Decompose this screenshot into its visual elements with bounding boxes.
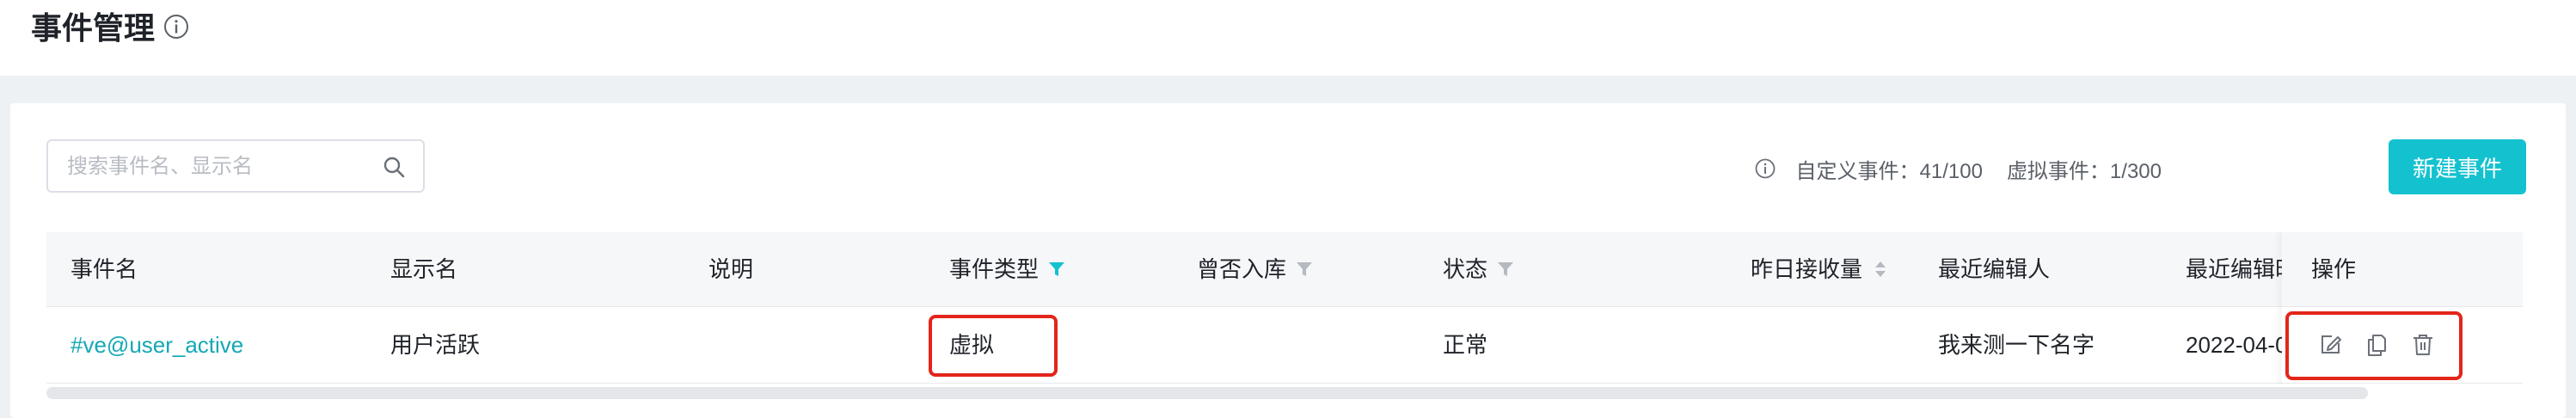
column-label: 说明	[708, 256, 754, 282]
search-input[interactable]	[65, 141, 378, 193]
event-type-highlight	[929, 315, 1058, 377]
new-event-button[interactable]: 新建事件	[2389, 139, 2526, 194]
status-cell: 正常	[1443, 332, 1488, 358]
column-header-last-edited: 最近编辑时	[2186, 232, 2282, 306]
column-label: 最近编辑时	[2186, 256, 2282, 282]
column-label: 事件类型	[949, 256, 1040, 282]
sort-icon[interactable]	[1871, 260, 1890, 279]
table-header: 事件名 显示名 说明 事件类型 曾否入库 状态 昨日接收量 最近编辑人 最近编辑…	[46, 232, 2523, 307]
column-header-status: 状态	[1443, 232, 1515, 306]
event-quota-summary: 自定义事件：41/100 虚拟事件：1/300	[1755, 153, 2162, 184]
filter-icon[interactable]	[1295, 260, 1314, 279]
last-edited-cell: 2022-04-0	[2186, 332, 2282, 358]
fixed-column-shadow	[2273, 232, 2282, 384]
column-header-display-name: 显示名	[390, 232, 457, 306]
event-name-link[interactable]: #ve@user_active	[71, 307, 243, 383]
column-header-yesterday-received: 昨日接收量	[1751, 232, 1890, 306]
custom-event-quota: 自定义事件：41/100	[1795, 159, 1983, 183]
search-box[interactable]	[46, 139, 425, 193]
filter-icon[interactable]	[1496, 260, 1515, 279]
info-circle-icon	[1755, 158, 1775, 179]
page-title: 事件管理	[31, 10, 156, 46]
column-label: 事件名	[71, 256, 138, 282]
virtual-event-quota: 虚拟事件：1/300	[2006, 159, 2162, 183]
event-list-card: 自定义事件：41/100 虚拟事件：1/300 新建事件 事件名 显示名 说明 …	[10, 103, 2566, 418]
page-header: 事件管理	[0, 0, 2576, 76]
column-header-actions: 操作	[2311, 232, 2356, 306]
horizontal-scrollbar[interactable]	[46, 387, 2368, 399]
last-editor-cell: 我来测一下名字	[1938, 332, 2095, 358]
column-header-event-type: 事件类型	[949, 232, 1066, 306]
column-label: 最近编辑人	[1938, 256, 2051, 282]
search-icon[interactable]	[382, 155, 406, 179]
column-label: 状态	[1443, 256, 1488, 282]
actions-highlight	[2285, 311, 2463, 380]
column-label: 操作	[2311, 256, 2357, 282]
column-header-ingested: 曾否入库	[1197, 232, 1314, 306]
filter-icon[interactable]	[1047, 260, 1066, 279]
info-circle-icon[interactable]	[163, 14, 189, 40]
column-label: 曾否入库	[1197, 256, 1287, 282]
column-header-event-name: 事件名	[71, 232, 138, 306]
column-header-last-editor: 最近编辑人	[1938, 232, 2050, 306]
column-header-description: 说明	[708, 232, 753, 306]
display-name-cell: 用户活跃	[390, 332, 481, 358]
column-label: 昨日接收量	[1751, 256, 1863, 282]
event-table: 事件名 显示名 说明 事件类型 曾否入库 状态 昨日接收量 最近编辑人 最近编辑…	[46, 232, 2523, 418]
column-label: 显示名	[390, 256, 458, 282]
table-row: #ve@user_active 用户活跃 虚拟 正常 我来测一下名字 2022-…	[46, 307, 2523, 384]
